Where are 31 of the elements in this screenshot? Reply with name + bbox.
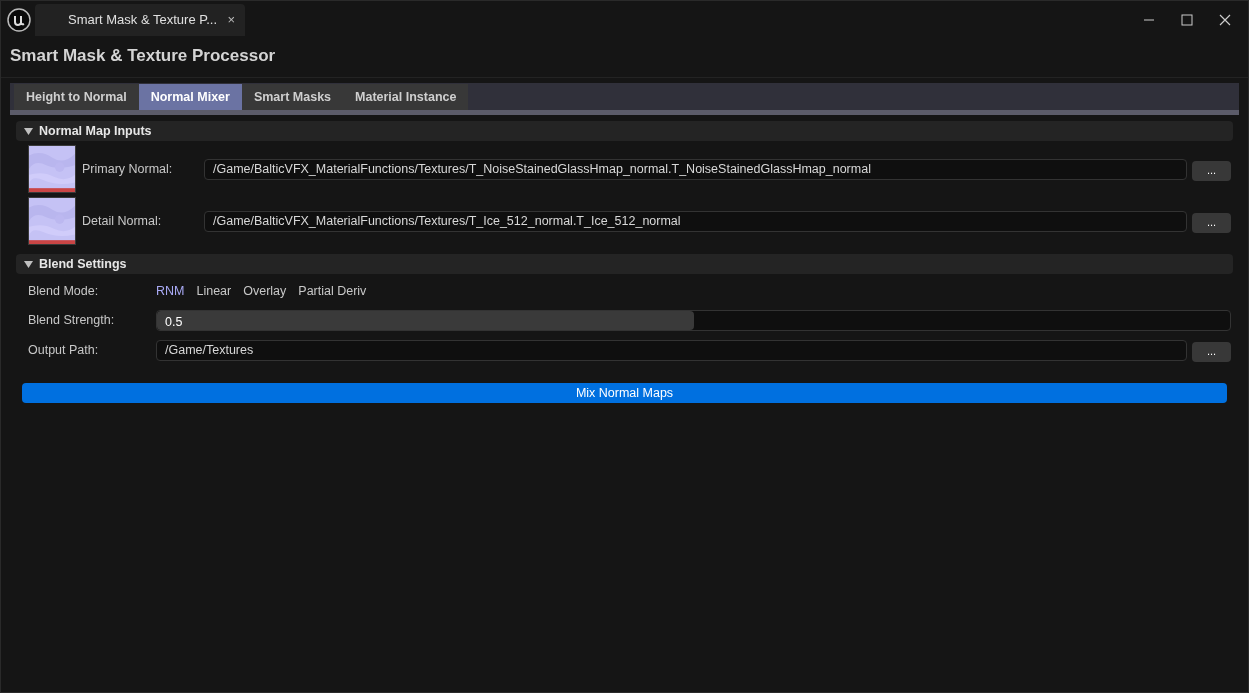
mix-normal-maps-button[interactable]: Mix Normal Maps [22, 383, 1227, 403]
close-icon[interactable] [1219, 14, 1231, 26]
slider-fill[interactable] [157, 310, 694, 330]
tab[interactable]: Material Instance [343, 84, 469, 111]
blend-mode-option[interactable]: Overlay [243, 281, 287, 301]
app-title: Smart Mask & Texture Processor [10, 45, 276, 68]
field-label: Detail Normal: [81, 212, 163, 230]
field-label: Blend Strength: [28, 311, 116, 329]
maximize-icon[interactable] [1181, 14, 1193, 26]
tab[interactable]: Height to Normal [14, 84, 139, 111]
field-label: Output Path: [28, 341, 100, 359]
path-field[interactable]: /Game/BalticVFX_MaterialFunctions/Textures/T_Ice_512_normal.T_Ice_512_normal [204, 210, 1187, 232]
path-field[interactable]: /Game/Textures [156, 339, 1187, 361]
section-header[interactable]: Blend Settings [16, 254, 1233, 274]
engine-logo-icon [7, 8, 31, 32]
blend-mode-option[interactable]: Linear [196, 281, 232, 301]
blend-mode-option[interactable]: RNM [156, 281, 185, 301]
window-tab[interactable]: Smart Mask & Texture P... × [35, 4, 245, 36]
tab[interactable]: Smart Masks [241, 84, 344, 111]
browse-button[interactable]: ... [1192, 341, 1231, 362]
blend-mode-option[interactable]: Partial Deriv [298, 281, 367, 301]
slider-value: 0.5 [165, 313, 183, 330]
field-label: Blend Mode: [28, 282, 100, 300]
field-label: Primary Normal: [81, 160, 174, 178]
browse-button[interactable]: ... [1192, 160, 1231, 181]
slider-track[interactable]: 0.5 [156, 309, 1231, 331]
tab[interactable]: Normal Mixer [138, 84, 242, 111]
section-header[interactable]: Normal Map Inputs [16, 121, 1233, 141]
close-tab-icon[interactable]: × [227, 10, 235, 30]
browse-button[interactable]: ... [1192, 212, 1231, 233]
path-field[interactable]: /Game/BalticVFX_MaterialFunctions/Textures/T_NoiseStainedGlassHmap_normal.T_NoiseStainedGlassHmap_normal [204, 158, 1187, 180]
